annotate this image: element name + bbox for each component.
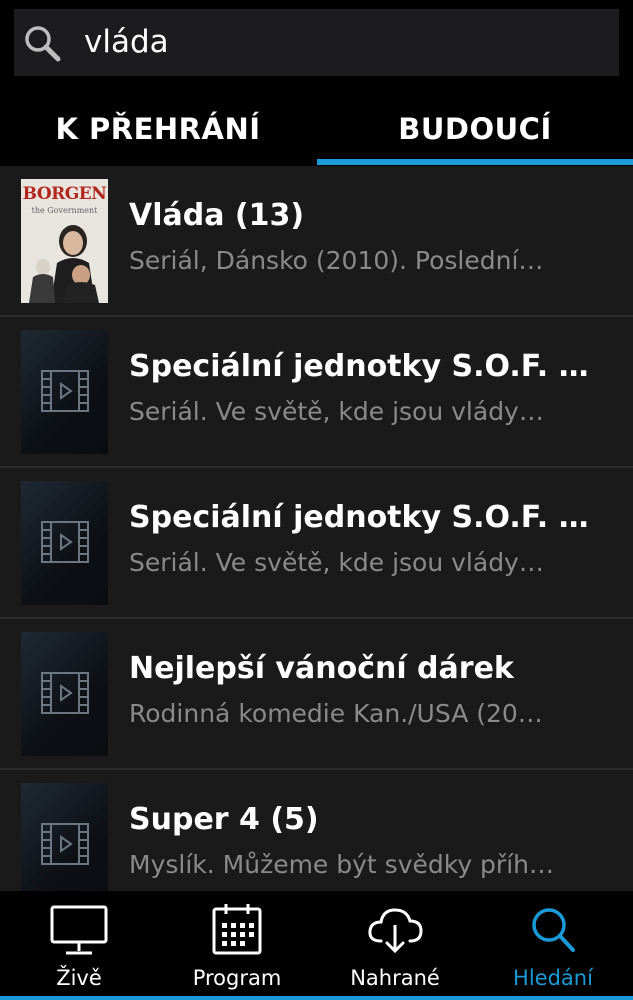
item-title: Nejlepší vánoční dárek — [129, 651, 514, 686]
list-item[interactable]: BORGEN the Government Vláda (13) Seriál,… — [0, 166, 633, 317]
active-tab-indicator — [317, 159, 633, 165]
nav-label: Živě — [56, 966, 102, 990]
item-subtitle: Rodinná komedie Kan./USA (20… — [129, 699, 543, 728]
search-icon — [532, 908, 575, 952]
nav-label: Hledání — [513, 966, 593, 990]
tv-icon — [50, 905, 108, 955]
tab-bar: K PŘEHRÁNÍ BUDOUCÍ — [0, 92, 633, 166]
cloud-download-icon — [368, 908, 423, 954]
search-bar[interactable]: vláda — [14, 9, 619, 76]
list-item[interactable]: Super 4 (5) Myslík. Můžeme být svědky př… — [0, 770, 633, 891]
item-title: Speciální jednotky S.O.F. II… — [129, 500, 599, 535]
item-subtitle: Seriál, Dánsko (2010). Poslední… — [129, 246, 544, 275]
thumbnail-placeholder — [21, 783, 108, 891]
search-input[interactable]: vláda — [84, 20, 169, 64]
poster-thumbnail: BORGEN the Government — [21, 179, 108, 303]
bottom-navigation: Živě Program Nahrané Hledání — [0, 891, 633, 1000]
nav-label: Program — [192, 966, 282, 990]
tab-k-prehrani[interactable]: K PŘEHRÁNÍ — [0, 92, 316, 166]
results-list[interactable]: BORGEN the Government Vláda (13) Seriál,… — [0, 166, 633, 891]
poster-art — [29, 225, 99, 303]
nav-hledani[interactable]: Hledání — [474, 891, 632, 1000]
tab-budouci[interactable]: BUDOUCÍ — [317, 92, 633, 166]
item-title: Vláda (13) — [129, 198, 305, 233]
thumbnail-placeholder — [21, 632, 108, 756]
item-title: Super 4 (5) — [129, 802, 319, 837]
film-placeholder-icon — [41, 370, 89, 412]
list-item[interactable]: Speciální jednotky S.O.F. (… Seriál. Ve … — [0, 317, 633, 468]
calendar-icon — [212, 904, 262, 955]
item-subtitle: Seriál. Ve světě, kde jsou vlády… — [129, 548, 544, 577]
thumbnail-placeholder — [21, 481, 108, 605]
nav-nahrane[interactable]: Nahrané — [316, 891, 474, 1000]
film-placeholder-icon — [41, 521, 89, 563]
bottom-accent-line — [0, 996, 633, 1000]
nav-zive[interactable]: Živě — [0, 891, 158, 1000]
item-title: Speciální jednotky S.O.F. (… — [129, 349, 599, 384]
film-placeholder-icon — [41, 823, 89, 865]
thumbnail-placeholder — [21, 330, 108, 454]
list-item[interactable]: Speciální jednotky S.O.F. II… Seriál. Ve… — [0, 468, 633, 619]
list-item[interactable]: Nejlepší vánoční dárek Rodinná komedie K… — [0, 619, 633, 770]
item-subtitle: Myslík. Můžeme být svědky příh… — [129, 850, 554, 879]
nav-label: Nahrané — [350, 966, 440, 990]
nav-program[interactable]: Program — [158, 891, 316, 1000]
film-placeholder-icon — [41, 672, 89, 714]
item-subtitle: Seriál. Ve světě, kde jsou vlády… — [129, 397, 544, 426]
search-icon — [25, 26, 61, 62]
